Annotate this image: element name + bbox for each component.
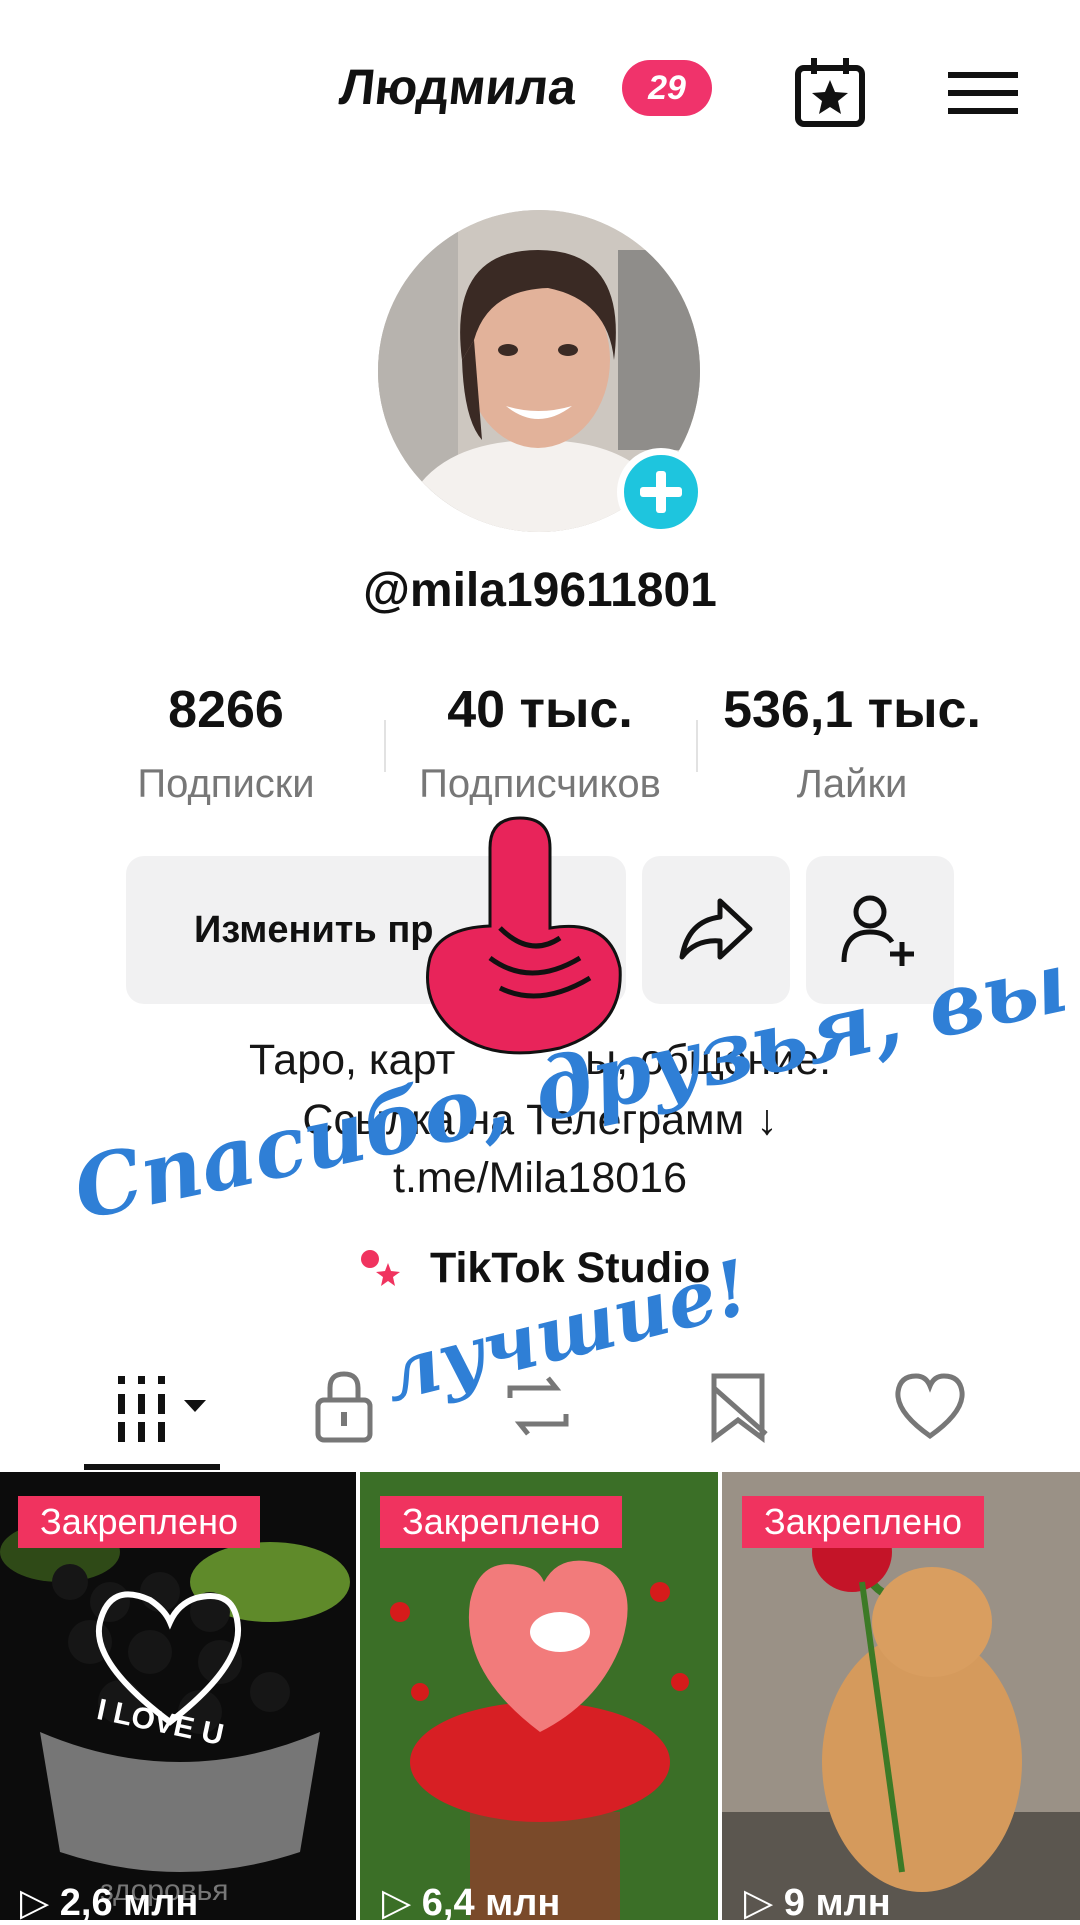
play-icon: ▷: [744, 1882, 784, 1924]
add-user-icon: [841, 895, 914, 966]
stat-followers[interactable]: 40 тыс. Подписчиков: [395, 680, 685, 807]
menu-icon[interactable]: [946, 54, 1022, 130]
stat-divider: [696, 720, 698, 772]
share-icon: [679, 898, 753, 960]
view-count-text: 2,6 млн: [59, 1882, 199, 1924]
view-count-3: ▷ 9 млн: [744, 1880, 891, 1925]
profile-name[interactable]: Людмила: [337, 58, 579, 116]
stat-value: 8266: [168, 681, 284, 739]
view-count-text: 6,4 млн: [421, 1882, 561, 1924]
view-count-1: ▷ 2,6 млн: [20, 1880, 198, 1925]
calendar-star-icon[interactable]: [792, 54, 868, 130]
stat-value: 40 тыс.: [447, 681, 633, 739]
play-icon: ▷: [382, 1882, 422, 1924]
stat-label: Подписчиков: [419, 762, 661, 806]
view-count-text: 9 млн: [783, 1882, 891, 1924]
studio-icon: [356, 1245, 402, 1291]
add-avatar-button[interactable]: [617, 448, 705, 536]
pinned-badge: Закреплено: [380, 1496, 622, 1548]
profile-badge: 29: [622, 60, 712, 116]
view-count-2: ▷ 6,4 млн: [382, 1880, 560, 1925]
stat-value: 536,1 тыс.: [723, 681, 981, 739]
heart-icon[interactable]: [892, 1368, 968, 1444]
pointing-hand-sticker: [410, 808, 640, 1058]
active-tab-indicator: [84, 1464, 220, 1470]
pinned-badge: Закреплено: [742, 1496, 984, 1548]
stat-label: Лайки: [796, 762, 908, 806]
username: @mila19611801: [363, 564, 717, 617]
stat-following[interactable]: 8266 Подписки: [96, 680, 356, 807]
pinned-badge: Закреплено: [18, 1496, 260, 1548]
stat-divider: [384, 720, 386, 772]
play-icon: ▷: [20, 1882, 60, 1924]
share-profile-button[interactable]: [642, 856, 790, 1004]
stat-likes[interactable]: 536,1 тыс. Лайки: [700, 680, 1004, 807]
stat-label: Подписки: [137, 762, 315, 806]
grid-icon[interactable]: [114, 1368, 206, 1444]
lock-icon[interactable]: [306, 1368, 382, 1444]
bookmark-icon[interactable]: [700, 1368, 776, 1444]
